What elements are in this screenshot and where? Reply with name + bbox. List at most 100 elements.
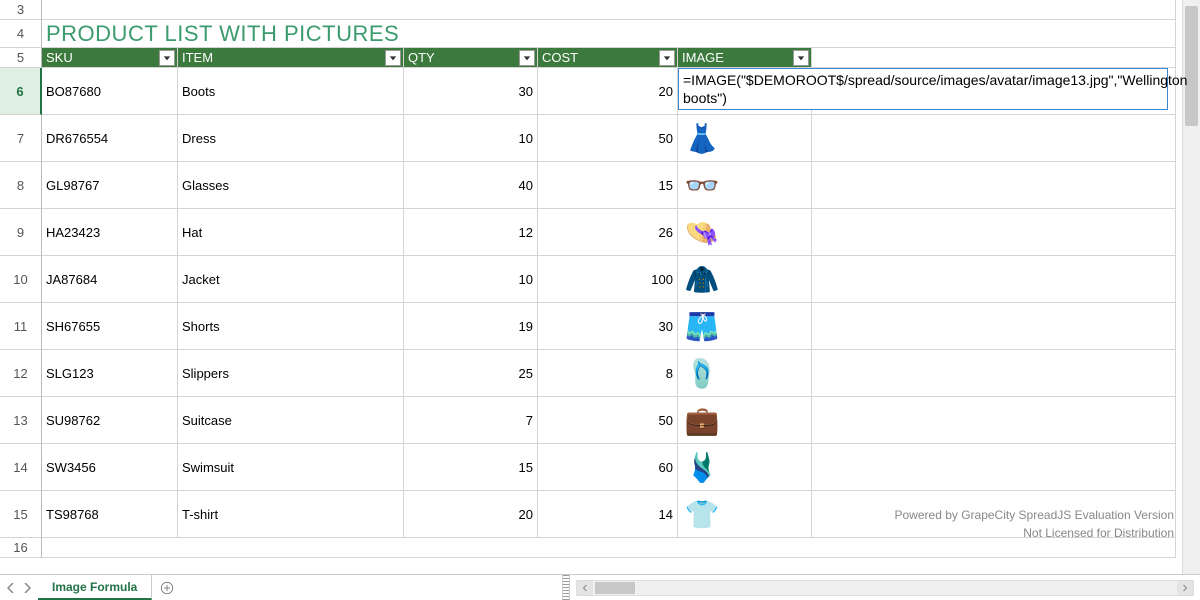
horizontal-scrollbar[interactable] — [576, 580, 1194, 596]
cell-item[interactable]: Swimsuit — [178, 444, 404, 490]
tab-splitter[interactable] — [562, 575, 570, 600]
cell-cost[interactable]: 30 — [538, 303, 678, 349]
cell-cost[interactable]: 15 — [538, 162, 678, 208]
row-header-11[interactable]: 11 — [0, 303, 42, 350]
cell-image[interactable]: 👒 — [678, 209, 812, 255]
product-suitcase-icon: 💼 — [682, 400, 722, 440]
grid-row-15: TS98768T-shirt2014👕 — [42, 491, 1176, 538]
cell-image[interactable]: 🩴 — [678, 350, 812, 396]
image-filter-icon[interactable] — [793, 50, 809, 66]
cell-image[interactable]: 🧥 — [678, 256, 812, 302]
cell-sku[interactable]: BO87680 — [42, 68, 178, 114]
cell-cost[interactable]: 20 — [538, 68, 678, 114]
col-header-cost[interactable]: COST — [538, 48, 678, 67]
row-header-12[interactable]: 12 — [0, 350, 42, 397]
add-sheet-button[interactable] — [152, 575, 182, 600]
cell-qty[interactable]: 15 — [404, 444, 538, 490]
cell-qty[interactable]: 12 — [404, 209, 538, 255]
row-header-4[interactable]: 4 — [0, 20, 42, 48]
grid-row-8: GL98767Glasses4015👓 — [42, 162, 1176, 209]
cell-qty[interactable]: 19 — [404, 303, 538, 349]
cell-item[interactable]: Glasses — [178, 162, 404, 208]
row-header-5[interactable]: 5 — [0, 48, 42, 68]
cell-qty[interactable]: 7 — [404, 397, 538, 443]
cell-image[interactable]: 🩳 — [678, 303, 812, 349]
sheet-tab-active[interactable]: Image Formula — [38, 575, 152, 600]
sheet-footer: Image Formula — [0, 574, 1200, 600]
cost-filter-icon[interactable] — [659, 50, 675, 66]
item-filter-icon[interactable] — [385, 50, 401, 66]
cell-qty[interactable]: 30 — [404, 68, 538, 114]
grid-row-5: SKUITEMQTYCOSTIMAGE — [42, 48, 1176, 68]
col-header-qty[interactable]: QTY — [404, 48, 538, 67]
product-hat-icon: 👒 — [682, 212, 722, 252]
cell-item[interactable]: Hat — [178, 209, 404, 255]
row-header-6[interactable]: 6 — [0, 68, 42, 115]
cell-image[interactable]: 💼 — [678, 397, 812, 443]
hscroll-right-icon[interactable] — [1177, 581, 1193, 595]
cell-cost[interactable]: 50 — [538, 397, 678, 443]
row-header-3[interactable]: 3 — [0, 0, 42, 20]
row-header-13[interactable]: 13 — [0, 397, 42, 444]
cell-image[interactable]: 🩱 — [678, 444, 812, 490]
col-header-image[interactable]: IMAGE — [678, 48, 812, 67]
cell-sku[interactable]: SLG123 — [42, 350, 178, 396]
cell-cost[interactable]: 14 — [538, 491, 678, 537]
cell-cost[interactable]: 60 — [538, 444, 678, 490]
qty-filter-icon[interactable] — [519, 50, 535, 66]
cell-qty[interactable]: 25 — [404, 350, 538, 396]
row-header-7[interactable]: 7 — [0, 115, 42, 162]
cell-sku[interactable]: GL98767 — [42, 162, 178, 208]
hscroll-left-icon[interactable] — [577, 581, 593, 595]
row-header-10[interactable]: 10 — [0, 256, 42, 303]
cell-sku[interactable]: SU98762 — [42, 397, 178, 443]
vertical-scroll-thumb[interactable] — [1185, 6, 1198, 126]
row-header-9[interactable]: 9 — [0, 209, 42, 256]
horizontal-scroll-thumb[interactable] — [595, 582, 635, 594]
product-slippers-icon: 🩴 — [682, 353, 722, 393]
cell-item[interactable]: Slippers — [178, 350, 404, 396]
cell-image[interactable]: 👓 — [678, 162, 812, 208]
page-title: PRODUCT LIST WITH PICTURES — [42, 20, 1176, 47]
cell-cost[interactable]: 26 — [538, 209, 678, 255]
product-swimsuit-icon: 🩱 — [682, 447, 722, 487]
spreadsheet-grid[interactable]: 345678910111213141516 PRODUCT LIST WITH … — [0, 0, 1200, 574]
cell-sku[interactable]: JA87684 — [42, 256, 178, 302]
cell-qty[interactable]: 10 — [404, 115, 538, 161]
cell-cost[interactable]: 8 — [538, 350, 678, 396]
grid-row-4: PRODUCT LIST WITH PICTURES — [42, 20, 1176, 48]
cell-item[interactable]: Boots — [178, 68, 404, 114]
cell-sku[interactable]: SH67655 — [42, 303, 178, 349]
cell-sku[interactable]: SW3456 — [42, 444, 178, 490]
cell-sku[interactable]: TS98768 — [42, 491, 178, 537]
row-header-14[interactable]: 14 — [0, 444, 42, 491]
col-header-sku[interactable]: SKU — [42, 48, 178, 67]
cell-item[interactable]: Shorts — [178, 303, 404, 349]
cell-cost[interactable]: 100 — [538, 256, 678, 302]
tab-nav-prev-icon[interactable] — [4, 577, 18, 599]
row-header-15[interactable]: 15 — [0, 491, 42, 538]
product-glasses-icon: 👓 — [682, 165, 722, 205]
grid-row-14: SW3456Swimsuit1560🩱 — [42, 444, 1176, 491]
cell-item[interactable]: T-shirt — [178, 491, 404, 537]
cell-sku[interactable]: DR676554 — [42, 115, 178, 161]
cell-item[interactable]: Dress — [178, 115, 404, 161]
sku-filter-icon[interactable] — [159, 50, 175, 66]
row-header-8[interactable]: 8 — [0, 162, 42, 209]
cell-image[interactable]: 👕 — [678, 491, 812, 537]
cell-cost[interactable]: 50 — [538, 115, 678, 161]
cell-qty[interactable]: 20 — [404, 491, 538, 537]
cell-qty[interactable]: 10 — [404, 256, 538, 302]
cell-image[interactable]: 👗 — [678, 115, 812, 161]
col-header-item[interactable]: ITEM — [178, 48, 404, 67]
row-header-16[interactable]: 16 — [0, 538, 42, 558]
grid-row-3 — [42, 0, 1176, 20]
cell-item[interactable]: Jacket — [178, 256, 404, 302]
grid-row-11: SH67655Shorts1930🩳 — [42, 303, 1176, 350]
formula-edit-overlay[interactable]: =IMAGE("$DEMOROOT$/spread/source/images/… — [678, 68, 1168, 110]
product-tshirt-icon: 👕 — [682, 494, 722, 534]
cell-sku[interactable]: HA23423 — [42, 209, 178, 255]
cell-qty[interactable]: 40 — [404, 162, 538, 208]
tab-nav-next-icon[interactable] — [20, 577, 34, 599]
cell-item[interactable]: Suitcase — [178, 397, 404, 443]
